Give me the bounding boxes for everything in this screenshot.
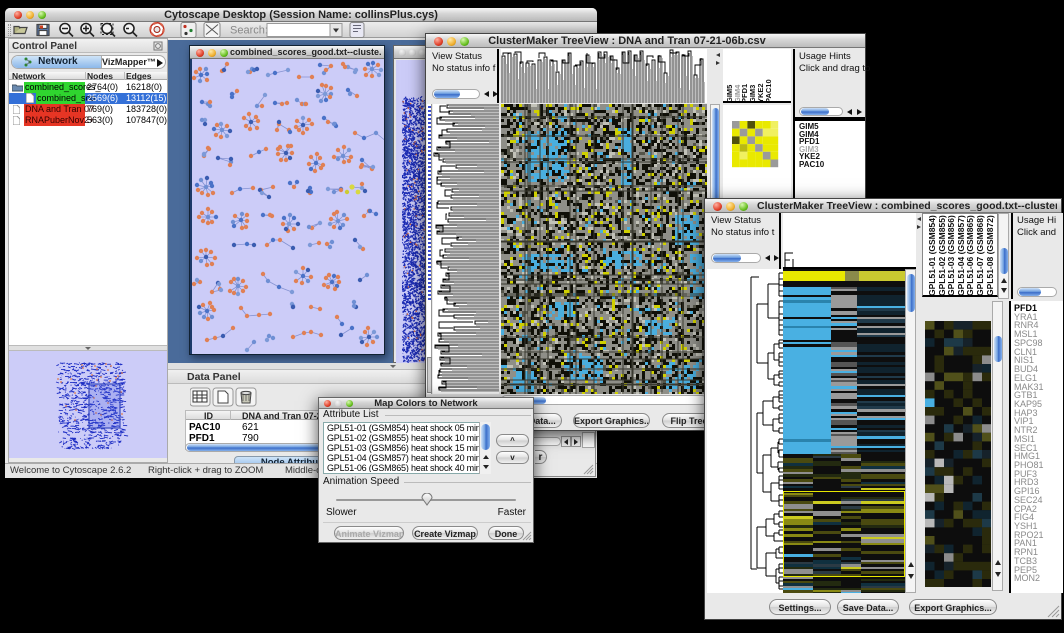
- svg-text:Search:: Search:: [230, 25, 268, 37]
